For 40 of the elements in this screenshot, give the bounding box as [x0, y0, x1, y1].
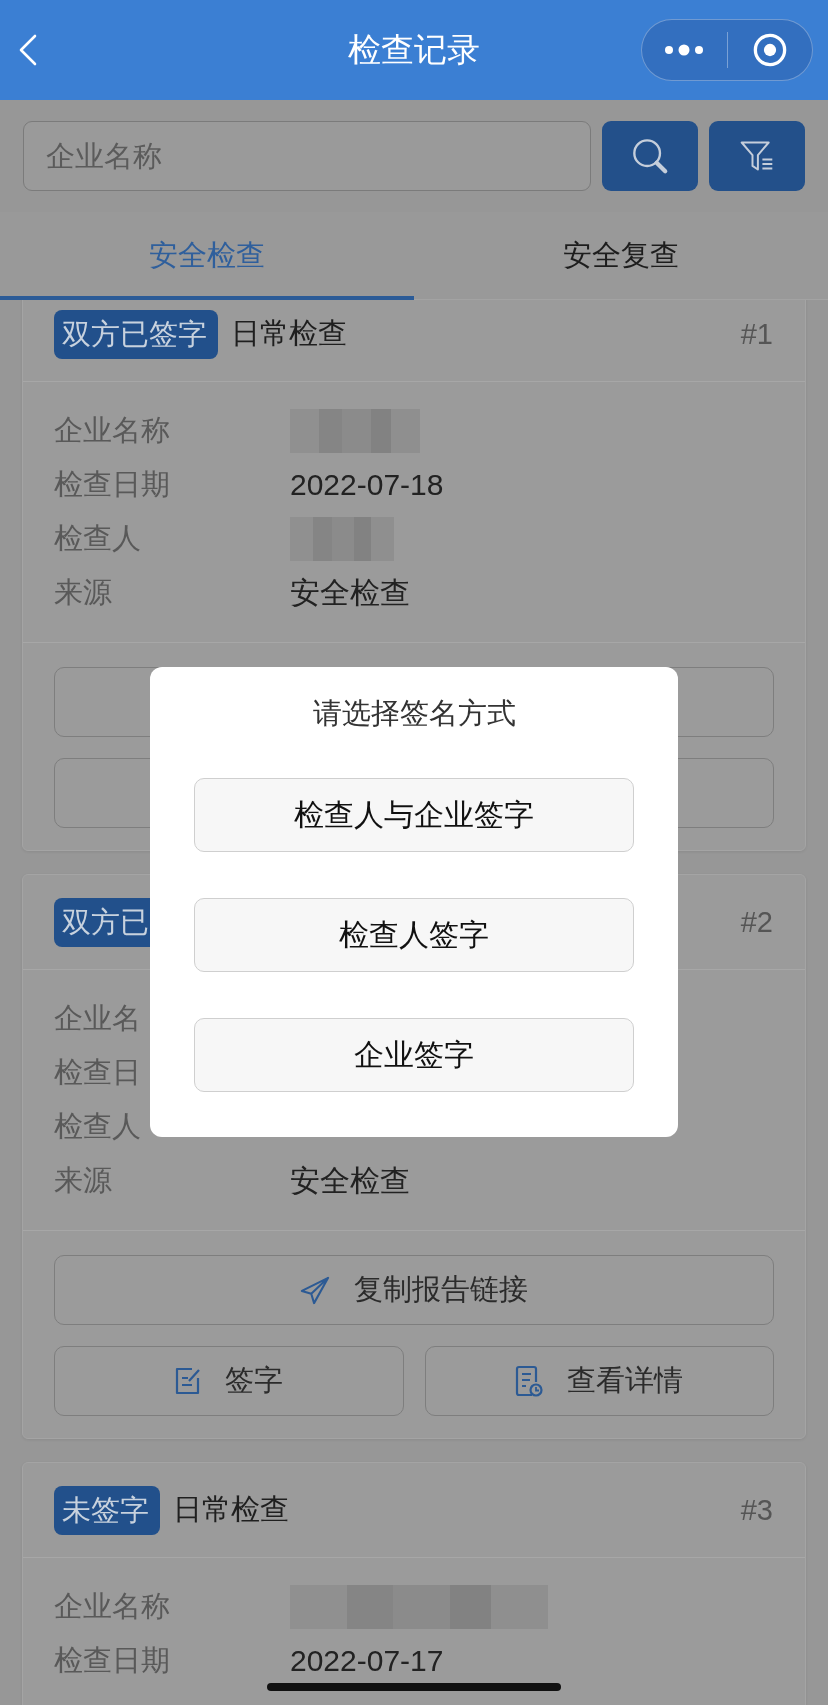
field-label: 来源	[54, 1163, 112, 1198]
field-value: 2022-07-18	[290, 468, 444, 502]
field-label: 检查日期	[54, 1643, 170, 1678]
field-value: 安全检查	[290, 574, 410, 611]
record-title: 日常检查	[231, 316, 347, 351]
field-label: 检查日期	[54, 467, 170, 502]
record-number: #1	[740, 317, 773, 351]
back-icon	[18, 34, 38, 66]
status-badge: 未签字	[54, 1485, 160, 1535]
status-badge: 双方已签字	[54, 309, 218, 359]
action-button[interactable]: 查看详情	[424, 1346, 774, 1416]
search-icon	[631, 137, 669, 175]
document-clock-icon	[515, 1365, 544, 1397]
page-title: 检查记录	[347, 30, 480, 70]
search-button[interactable]	[602, 121, 698, 191]
paper-plane-icon	[300, 1275, 330, 1305]
field-label: 企业名称	[54, 413, 170, 448]
action-button[interactable]: 复制报告链接	[54, 1255, 774, 1325]
tab[interactable]: 安全复查	[414, 212, 828, 300]
search-field[interactable]: 企业名称	[23, 121, 591, 191]
option-button[interactable]: 检查人签字	[194, 898, 634, 972]
more-icon	[664, 44, 705, 56]
field-label: 企业名	[54, 1001, 141, 1036]
field-value: 2022-07-17	[290, 1644, 444, 1678]
record-number: #2	[740, 905, 773, 939]
field-value: 安全检查	[290, 1162, 410, 1199]
field-label: 来源	[54, 575, 112, 610]
option-button[interactable]: 检查人与企业签字	[194, 778, 634, 852]
dialog-title: 请选择签名方式	[311, 696, 517, 731]
field-label: 检查日	[54, 1055, 141, 1090]
record-title: 日常检查	[173, 1492, 289, 1527]
edit-icon	[174, 1367, 201, 1395]
target-icon	[752, 33, 787, 67]
field-label: 检查人	[54, 521, 141, 556]
field-label: 企业名称	[54, 1589, 170, 1624]
filter-button[interactable]	[709, 121, 805, 191]
action-button[interactable]: 签字	[54, 1346, 404, 1416]
field-label: 检查人	[54, 1109, 141, 1144]
record-number: #3	[740, 1493, 773, 1527]
option-button[interactable]: 企业签字	[194, 1018, 634, 1092]
